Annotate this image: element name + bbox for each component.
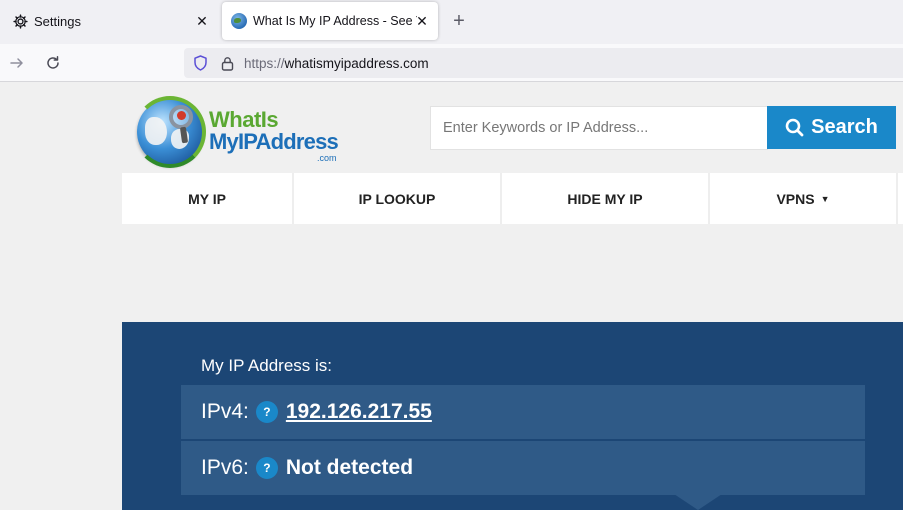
panel-pointer (674, 494, 722, 510)
search-input[interactable]: Enter Keywords or IP Address... (430, 106, 768, 150)
nav-item-label: VPNS (776, 190, 815, 207)
tab-title: What Is My IP Address - See Yo (253, 14, 417, 28)
ipv4-label: IPv4: (201, 400, 249, 423)
nav-item-hide-my-ip[interactable]: HIDE MY IP (502, 173, 710, 224)
close-tab-icon[interactable]: ✕ (414, 13, 430, 29)
tab-title: Settings (34, 13, 81, 29)
url-text: https://whatismyipaddress.com (244, 56, 429, 71)
search-button[interactable]: Search (767, 106, 896, 149)
reload-button[interactable] (42, 52, 64, 74)
tab-whatismyip[interactable]: What Is My IP Address - See Yo ✕ (222, 2, 438, 40)
new-tab-button[interactable]: + (449, 11, 469, 31)
caret-down-icon: ▼ (820, 193, 830, 204)
nav-item-label: IP LOOKUP (358, 190, 436, 207)
help-icon[interactable]: ? (255, 401, 278, 423)
nav-item-my-ip[interactable]: MY IP (122, 173, 294, 224)
site-logo[interactable]: WhatIs MyIPAddress .com (134, 96, 342, 168)
ipv6-row: IPv6: ? Not detected (181, 441, 865, 495)
arrow-right-icon (10, 58, 23, 68)
shield-icon[interactable] (192, 55, 208, 71)
ip-heading: My IP Address is: (201, 356, 333, 375)
url-protocol: https:// (244, 55, 285, 71)
ipv4-row: IPv4: ? 192.126.217.55 (181, 385, 865, 439)
tab-settings[interactable]: Settings ✕ (0, 0, 220, 42)
web-page: WhatIs MyIPAddress .com Enter Keywords o… (0, 82, 903, 510)
reload-icon (47, 56, 59, 69)
nav-item-ip-lookup[interactable]: IP LOOKUP (294, 173, 502, 224)
nav-item-label: MY IP (188, 190, 226, 207)
address-bar[interactable]: https://whatismyipaddress.com (184, 48, 903, 78)
help-icon[interactable]: ? (255, 457, 278, 479)
globe-favicon-icon (231, 13, 247, 29)
tab-strip: Settings ✕ What Is My IP Address - See Y… (0, 0, 903, 44)
main-nav: MY IP IP LOOKUP HIDE MY IP VPNS ▼ (122, 173, 903, 224)
ipv4-value-link[interactable]: 192.126.217.55 (286, 400, 432, 424)
lock-icon[interactable] (220, 55, 234, 71)
ipv6-value: Not detected (285, 456, 414, 479)
navigation-toolbar: https://whatismyipaddress.com (0, 44, 903, 82)
location-pin-icon (177, 111, 186, 120)
search-button-label: Search (811, 116, 878, 138)
close-tab-icon[interactable]: ✕ (194, 13, 210, 29)
nav-item-vpns[interactable]: VPNS ▼ (710, 173, 898, 224)
forward-button[interactable] (6, 52, 28, 74)
logo-text-line1: WhatIs (209, 107, 279, 132)
nav-item-label: HIDE MY IP (567, 190, 643, 207)
logo-text-line2: MyIPAddress (209, 129, 339, 154)
site-header: WhatIs MyIPAddress .com Enter Keywords o… (122, 82, 903, 174)
ipv6-label: IPv6: (201, 456, 249, 479)
ip-address-panel: My IP Address is: IPv4: ? 192.126.217.55… (122, 322, 903, 510)
url-host: whatismyipaddress.com (284, 55, 429, 71)
search-icon (785, 118, 805, 138)
gear-icon (12, 13, 28, 29)
logo-suffix: .com (317, 153, 337, 163)
